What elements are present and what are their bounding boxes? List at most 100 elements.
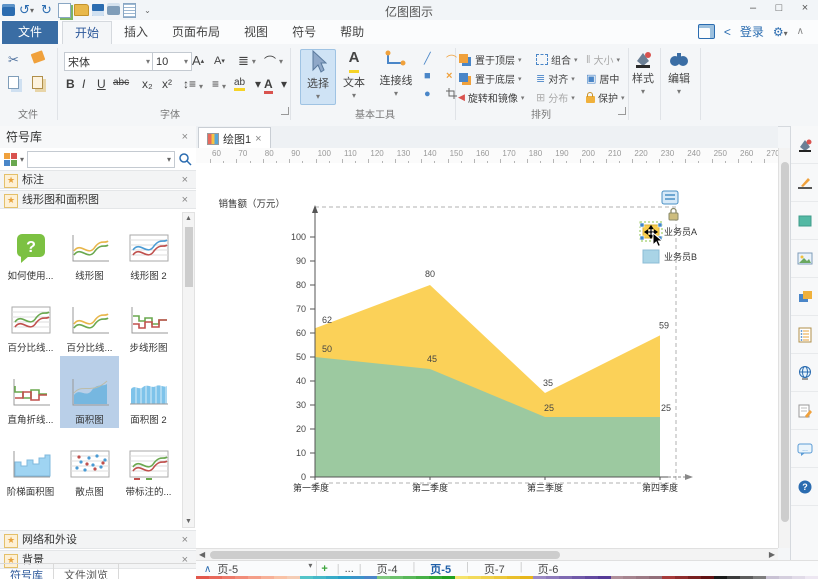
line-shape-icon[interactable]: ╱	[424, 52, 431, 65]
section-callout[interactable]: ★ 标注 ×	[0, 170, 196, 189]
crop-icon[interactable]	[446, 88, 457, 99]
ribbon-tab-开始[interactable]: 开始	[62, 21, 112, 44]
arrange-item-置于顶层[interactable]: 置于顶层▾	[458, 52, 536, 67]
close-section-icon[interactable]: ×	[182, 191, 188, 209]
bold-button[interactable]: B	[66, 77, 75, 91]
picture-icon[interactable]	[791, 240, 818, 278]
font-group-expander-icon[interactable]	[281, 107, 289, 115]
arrange-group-expander-icon[interactable]	[618, 107, 626, 115]
arrange-item-置于底层[interactable]: 置于底层▾	[458, 71, 536, 86]
underline-button[interactable]: U	[97, 77, 106, 91]
superscript-button[interactable]: x²	[162, 77, 172, 91]
area-chart[interactable]: 销售额（万元）0102030405060708090100第一季度第二季度第三季…	[196, 163, 778, 548]
scroll-up-icon[interactable]: ▲	[183, 215, 194, 222]
cut-icon[interactable]: ✂	[8, 52, 19, 68]
close-button[interactable]: ×	[792, 0, 818, 18]
symbol-item-线形图 2[interactable]: 线形图 2	[119, 212, 178, 284]
page-tab-页-5[interactable]: 页-5	[420, 561, 461, 577]
text-arc-icon[interactable]: ⌒▾	[264, 53, 283, 70]
search-icon[interactable]	[178, 152, 192, 166]
copy-icon[interactable]	[8, 76, 19, 89]
collapse-ribbon-icon[interactable]: ∧	[797, 26, 804, 37]
arrange-item-组合[interactable]: 组合▾	[536, 52, 586, 67]
symbol-item-线形图[interactable]: 线形图	[60, 212, 119, 284]
symbol-grid-scrollbar[interactable]: ▲ ▼	[182, 212, 195, 528]
close-document-icon[interactable]: ×	[255, 133, 261, 145]
hyperlink-icon[interactable]	[791, 354, 818, 392]
arrange-item-保护[interactable]: 保护▾	[586, 90, 631, 105]
search-input[interactable]: ▾	[27, 151, 175, 168]
current-page-selector[interactable]: 页-5▾	[217, 561, 317, 577]
more-pages-button[interactable]: ...	[345, 563, 354, 575]
arrange-item-居中[interactable]: ▣居中	[586, 71, 631, 86]
scrollbar-thumb[interactable]	[210, 551, 560, 559]
strikethrough-button[interactable]: abc	[113, 77, 129, 88]
arrange-item-分布[interactable]: ⊞分布▾	[536, 90, 586, 105]
login-button[interactable]: 登录	[740, 23, 764, 40]
close-section-icon[interactable]: ×	[182, 531, 188, 549]
shape-icon[interactable]	[791, 278, 818, 316]
add-page-button[interactable]: +	[321, 563, 327, 575]
shrink-font-icon[interactable]: A▾	[214, 55, 225, 67]
close-panel-icon[interactable]: ×	[182, 126, 188, 148]
scroll-right-icon[interactable]: ▶	[769, 550, 775, 559]
rectangle-shape-icon[interactable]: ■	[424, 70, 431, 82]
symbol-item-面积图[interactable]: 面积图	[60, 356, 119, 428]
font-family-select[interactable]: 宋体▾	[64, 52, 154, 71]
ellipse-shape-icon[interactable]: ●	[424, 88, 431, 100]
symbol-item-如何使用...[interactable]: ?如何使用...	[1, 212, 60, 284]
arrange-item-对齐[interactable]: ≣对齐▾	[536, 71, 586, 86]
symbol-item-百分比线...[interactable]: 百分比线...	[60, 284, 119, 356]
symbol-item-直角折线...[interactable]: 直角折线...	[1, 356, 60, 428]
page-tab-页-6[interactable]: 页-6	[528, 561, 569, 577]
collapse-pages-icon[interactable]: ∧	[204, 564, 211, 575]
scroll-left-icon[interactable]: ◀	[199, 550, 205, 559]
style-button[interactable]: 样式▾	[630, 49, 656, 111]
help-icon[interactable]: ?	[791, 468, 818, 506]
text-highlight-button[interactable]: ab	[234, 77, 245, 91]
scroll-down-icon[interactable]: ▼	[183, 518, 194, 525]
symbol-item-百分比线...[interactable]: 百分比线...	[1, 284, 60, 356]
symbol-item-散点图[interactable]: 散点图	[60, 428, 119, 500]
line-style-icon[interactable]	[791, 164, 818, 202]
minimize-button[interactable]: –	[740, 0, 766, 18]
italic-button[interactable]: I	[82, 77, 85, 91]
connector-tool-button[interactable]: 连接线▾	[374, 49, 418, 103]
ribbon-tab-符号[interactable]: 符号	[280, 21, 328, 44]
share-icon[interactable]: <	[724, 25, 731, 39]
grow-font-icon[interactable]: A▴	[192, 53, 204, 68]
format-painter-icon[interactable]	[32, 52, 44, 62]
subscript-button[interactable]: x₂	[142, 77, 153, 91]
line-spacing-icon[interactable]: ↕≡▾	[183, 77, 203, 91]
file-menu-button[interactable]: 文件	[2, 21, 58, 44]
text-tool-button[interactable]: A 文本▾	[338, 49, 370, 103]
font-size-select[interactable]: 10▾	[152, 52, 192, 71]
outline-icon[interactable]	[791, 316, 818, 354]
ribbon-tab-页面布局[interactable]: 页面布局	[160, 21, 232, 44]
page-tab-页-4[interactable]: 页-4	[367, 561, 408, 577]
comment-icon[interactable]: ...	[791, 430, 818, 468]
drawing-canvas[interactable]: 销售额（万元）0102030405060708090100第一季度第二季度第三季…	[196, 163, 778, 548]
fill-color-icon[interactable]	[791, 202, 818, 240]
align-text-icon[interactable]: ≣▾	[238, 53, 256, 69]
connection-point-icon[interactable]: ×	[446, 70, 452, 82]
library-picker-caret-icon[interactable]: ▾	[20, 155, 24, 164]
sidebar-tab-文件浏览[interactable]: 文件浏览	[54, 564, 119, 579]
edit-button[interactable]: 编辑▾	[663, 49, 695, 111]
symbol-item-带标注的...[interactable]: 带标注的...	[119, 428, 178, 500]
close-section-icon[interactable]: ×	[182, 171, 188, 189]
paste-icon[interactable]	[32, 76, 43, 89]
page-tab-页-7[interactable]: 页-7	[474, 561, 515, 577]
scrollbar-thumb[interactable]	[781, 162, 789, 522]
symbol-item-extra[interactable]	[1, 500, 60, 528]
arc-shape-icon[interactable]: ⌒	[446, 52, 457, 68]
section-network[interactable]: ★ 网络和外设 ×	[0, 530, 196, 549]
share-image-icon[interactable]	[698, 24, 715, 39]
font-color-button[interactable]: A	[264, 77, 273, 94]
style-icon[interactable]	[791, 126, 818, 164]
maximize-button[interactable]: □	[766, 0, 792, 18]
bullet-list-icon[interactable]: ≡▾	[212, 77, 226, 91]
symbol-item-面积图 2[interactable]: 面积图 2	[119, 356, 178, 428]
symbol-item-步线形图[interactable]: 步线形图	[119, 284, 178, 356]
settings-gear-icon[interactable]: ⚙▾	[773, 25, 788, 39]
